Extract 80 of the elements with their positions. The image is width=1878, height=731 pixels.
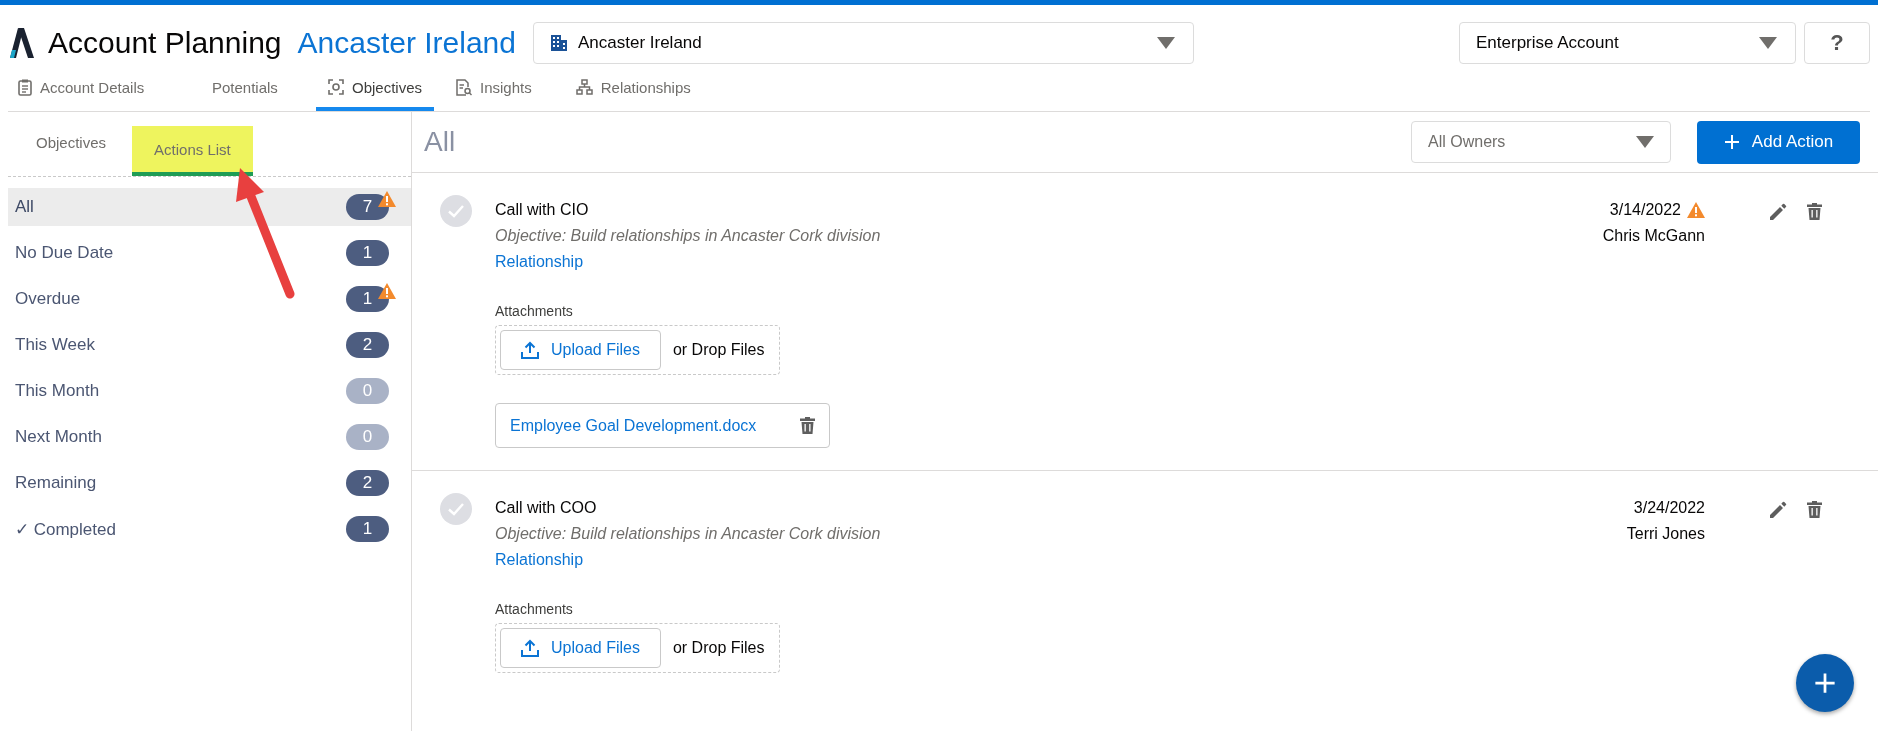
filter-item[interactable]: This Month 0 bbox=[8, 372, 411, 410]
filter-label: This Week bbox=[15, 335, 96, 355]
filter-label: This Month bbox=[15, 381, 101, 401]
filter-item[interactable]: Overdue 1 bbox=[8, 280, 411, 318]
filter-item[interactable]: ✓ Completed 1 bbox=[8, 510, 411, 548]
plus-icon bbox=[1814, 672, 1836, 694]
caret-icon bbox=[1759, 37, 1777, 49]
help-button[interactable]: ? bbox=[1804, 22, 1870, 64]
relationship-link[interactable]: Relationship bbox=[495, 249, 584, 275]
count-badge: 1 bbox=[346, 516, 389, 542]
attachments-label: Attachments bbox=[495, 601, 573, 617]
edit-icon[interactable] bbox=[1769, 501, 1787, 519]
owner-name: Terri Jones bbox=[1626, 524, 1705, 544]
drop-files-text: or Drop Files bbox=[672, 639, 765, 657]
filter-label: All bbox=[15, 197, 35, 217]
upload-files-button[interactable]: Upload Files bbox=[500, 628, 661, 668]
clipboard-icon bbox=[18, 78, 32, 96]
relationship-link[interactable]: Relationship bbox=[495, 547, 584, 573]
check-circle-icon[interactable] bbox=[440, 195, 472, 227]
caret-icon bbox=[1156, 37, 1175, 49]
filter-item[interactable]: This Week 2 bbox=[8, 326, 411, 364]
account-name: Ancaster Ireland bbox=[297, 26, 516, 60]
delete-icon[interactable] bbox=[1807, 501, 1822, 518]
count-badge: 2 bbox=[346, 332, 389, 358]
attachments-label: Attachments bbox=[495, 303, 573, 319]
delete-icon[interactable] bbox=[1807, 203, 1822, 220]
nav-tab[interactable]: Relationships bbox=[575, 67, 713, 111]
check-circle-icon[interactable] bbox=[440, 493, 472, 525]
hierarchy-icon bbox=[575, 79, 593, 95]
list-heading: All bbox=[424, 126, 457, 158]
count-badge: 7 bbox=[346, 194, 389, 220]
count-badge: 1 bbox=[346, 286, 389, 312]
filter-item[interactable]: Next Month 0 bbox=[8, 418, 411, 456]
action-title: Call with CIO bbox=[495, 200, 589, 220]
upload-icon bbox=[521, 639, 539, 657]
account-type-dropdown[interactable]: Enterprise Account bbox=[1459, 22, 1796, 64]
add-action-button[interactable]: Add Action bbox=[1697, 120, 1860, 164]
file-drop-zone[interactable]: Upload Files or Drop Files bbox=[495, 623, 780, 673]
filter-item[interactable]: Remaining 2 bbox=[8, 464, 411, 502]
sub-tab[interactable]: Actions List bbox=[132, 126, 253, 176]
count-badge: 0 bbox=[346, 378, 389, 404]
nav-tab[interactable]: Account Details bbox=[18, 67, 190, 111]
upload-icon bbox=[521, 341, 539, 359]
due-date: 3/14/2022 bbox=[1609, 200, 1681, 220]
filter-label: Overdue bbox=[15, 289, 82, 309]
count-badge: 2 bbox=[346, 470, 389, 496]
report-icon bbox=[456, 78, 473, 96]
owner-name: Chris McGann bbox=[1602, 226, 1705, 246]
count-badge: 0 bbox=[346, 424, 389, 450]
nav-tab[interactable]: Objectives bbox=[316, 67, 435, 111]
due-date: 3/24/2022 bbox=[1633, 498, 1705, 518]
upload-files-button[interactable]: Upload Files bbox=[500, 330, 661, 370]
objective-text: Objective: Build relationships in Ancaster Cork division bbox=[495, 226, 881, 246]
filter-label: Next Month bbox=[15, 427, 103, 447]
nav-tab[interactable]: Insights bbox=[456, 67, 554, 111]
plus-icon bbox=[1723, 134, 1740, 150]
file-link[interactable]: Employee Goal Development.docx bbox=[510, 416, 757, 435]
filter-label: No Due Date bbox=[15, 243, 115, 263]
nav-tab[interactable]: Potentials bbox=[212, 67, 306, 111]
file-drop-zone[interactable]: Upload Files or Drop Files bbox=[495, 325, 780, 375]
app-title: Account Planning bbox=[48, 26, 282, 60]
filter-item[interactable]: All 7 bbox=[8, 188, 411, 226]
count-badge: 1 bbox=[346, 240, 389, 266]
sub-tab[interactable]: Objectives bbox=[28, 112, 121, 176]
trash-icon bbox=[800, 417, 816, 434]
add-fab-button[interactable] bbox=[1796, 654, 1854, 712]
action-title: Call with COO bbox=[495, 498, 597, 518]
focus-icon bbox=[328, 79, 344, 95]
account-dropdown[interactable]: Ancaster Ireland bbox=[532, 22, 1194, 64]
caret-icon bbox=[1636, 136, 1654, 148]
edit-icon[interactable] bbox=[1769, 203, 1787, 221]
objective-text: Objective: Build relationships in Ancaster Cork division bbox=[495, 524, 881, 544]
logo-icon bbox=[8, 28, 34, 58]
drop-files-text: or Drop Files bbox=[672, 341, 765, 359]
owner-dropdown[interactable]: All Owners bbox=[1411, 121, 1671, 163]
warning-icon bbox=[1687, 202, 1705, 218]
filter-label: Remaining bbox=[15, 473, 98, 493]
filter-item[interactable]: No Due Date 1 bbox=[8, 234, 411, 272]
filter-label: ✓ Completed bbox=[15, 518, 117, 540]
building-icon bbox=[549, 34, 568, 52]
